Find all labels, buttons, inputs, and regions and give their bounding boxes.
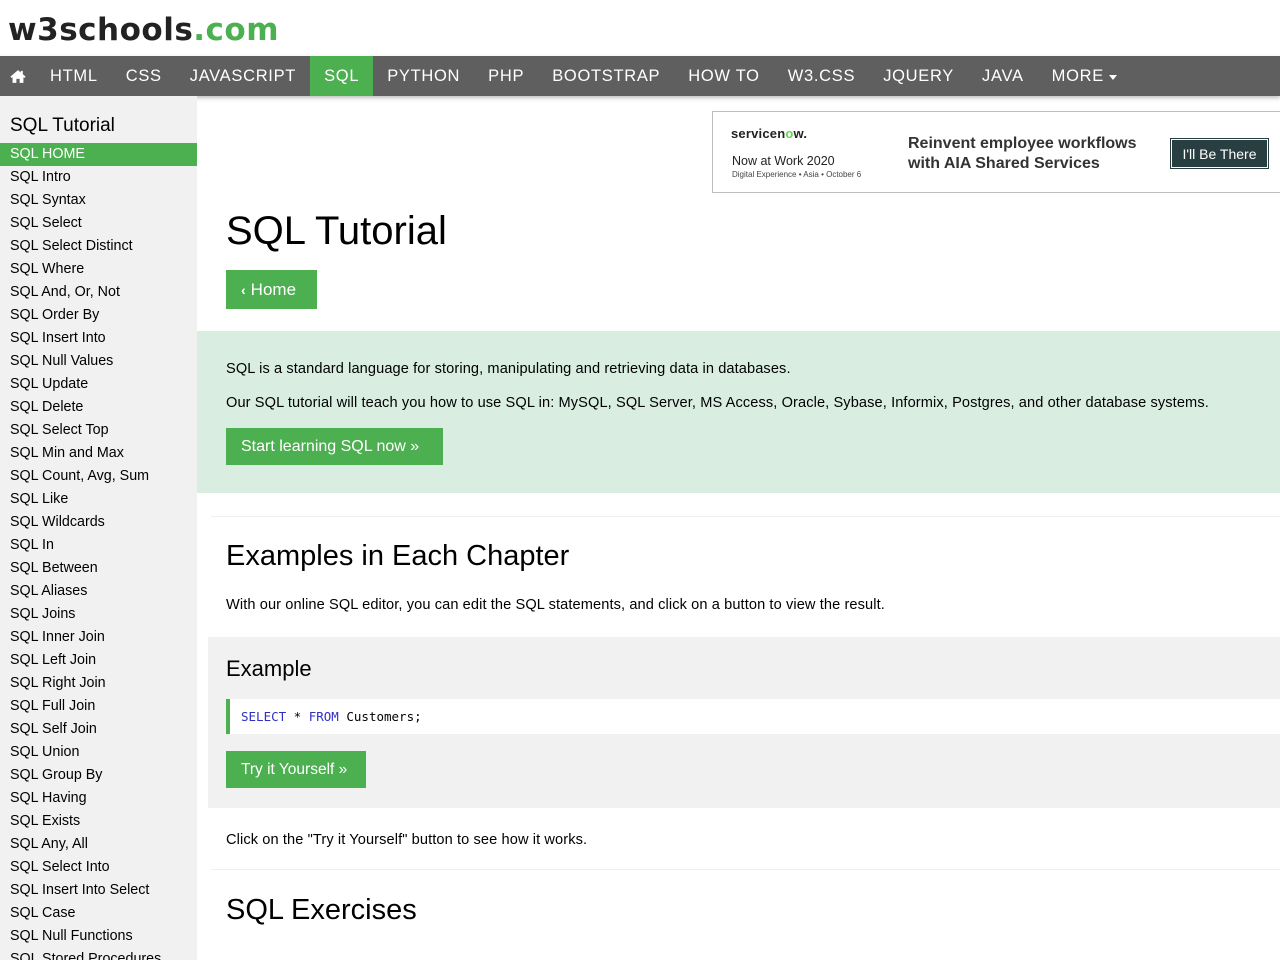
sidebar-item-sql-self-join[interactable]: SQL Self Join xyxy=(0,718,197,741)
code-keyword-from: FROM xyxy=(308,709,339,724)
sidebar-item-sql-order-by[interactable]: SQL Order By xyxy=(0,304,197,327)
sidebar-item-sql-group-by[interactable]: SQL Group By xyxy=(0,764,197,787)
nav-item-bootstrap[interactable]: BOOTSTRAP xyxy=(538,56,674,96)
logo-bar: w3schools.com xyxy=(0,0,1280,56)
ad-headline: Reinvent employee workflows with AIA Sha… xyxy=(908,135,1137,172)
sidebar-item-sql-right-join[interactable]: SQL Right Join xyxy=(0,672,197,695)
ad-cta-button[interactable]: I'll Be There xyxy=(1170,138,1269,169)
nav-more-label: MORE xyxy=(1051,66,1104,85)
sidebar-item-sql-select-into[interactable]: SQL Select Into xyxy=(0,856,197,879)
ad-event-details: Digital Experience • Asia • October 6 xyxy=(732,170,862,179)
sidebar-item-sql-where[interactable]: SQL Where xyxy=(0,258,197,281)
sidebar-item-sql-between[interactable]: SQL Between xyxy=(0,557,197,580)
sidebar-list: SQL HOME SQL Intro SQL Syntax SQL Select SQL… xyxy=(0,143,197,960)
divider xyxy=(211,516,1280,517)
main-content: servicenow. Now at Work 2020 Digital Exp… xyxy=(197,96,1280,960)
code-table: Customers; xyxy=(338,709,422,724)
sidebar-item-sql-wildcards[interactable]: SQL Wildcards xyxy=(0,511,197,534)
ad-brand-part2: w xyxy=(793,126,804,141)
sidebar-item-sql-delete[interactable]: SQL Delete xyxy=(0,396,197,419)
nav-item-css[interactable]: CSS xyxy=(112,56,176,96)
ad-brand-part1: servicen xyxy=(731,126,786,141)
nav-item-w3css[interactable]: W3.CSS xyxy=(774,56,869,96)
sidebar-item-sql-case[interactable]: SQL Case xyxy=(0,902,197,925)
sidebar: SQL Tutorial SQL HOME SQL Intro SQL Syntax… xyxy=(0,96,197,960)
sidebar-item-sql-aliases[interactable]: SQL Aliases xyxy=(0,580,197,603)
ad-brand-logo: servicenow. xyxy=(731,126,807,141)
sidebar-item-sql-union[interactable]: SQL Union xyxy=(0,741,197,764)
sidebar-item-sql-inner-join[interactable]: SQL Inner Join xyxy=(0,626,197,649)
home-button-label: Home xyxy=(250,279,297,299)
home-button[interactable]: ‹ Home xyxy=(226,270,317,309)
top-nav: HTML CSS JAVASCRIPT SQL PYTHON PHP BOOTS… xyxy=(0,56,1280,96)
intro-databases-text: Our SQL tutorial will teach you how to u… xyxy=(226,395,1209,411)
sidebar-item-sql-insert-into[interactable]: SQL Insert Into xyxy=(0,327,197,350)
advertisement-banner[interactable]: servicenow. Now at Work 2020 Digital Exp… xyxy=(712,111,1280,193)
sidebar-item-sql-joins[interactable]: SQL Joins xyxy=(0,603,197,626)
sidebar-item-sql-full-join[interactable]: SQL Full Join xyxy=(0,695,197,718)
caret-down-icon xyxy=(1108,74,1117,80)
nav-item-how-to[interactable]: HOW TO xyxy=(674,56,773,96)
exercises-heading: SQL Exercises xyxy=(226,894,417,926)
page-title: SQL Tutorial xyxy=(226,209,447,253)
logo-text: w3schools xyxy=(8,12,194,48)
nav-item-java[interactable]: JAVA xyxy=(968,56,1038,96)
nav-item-php[interactable]: PHP xyxy=(474,56,538,96)
sidebar-item-sql-and-or-not[interactable]: SQL And, Or, Not xyxy=(0,281,197,304)
examples-description: With our online SQL editor, you can edit… xyxy=(226,597,885,613)
divider xyxy=(211,869,1280,870)
example-panel: Example SELECT * FROM Customers; Try it … xyxy=(208,637,1280,808)
chevron-left-icon: ‹ xyxy=(241,281,246,298)
start-learning-button[interactable]: Start learning SQL now » xyxy=(226,428,443,465)
nav-item-sql[interactable]: SQL xyxy=(310,56,374,96)
sidebar-item-sql-stored-procedures[interactable]: SQL Stored Procedures xyxy=(0,948,197,960)
ad-brand-part3: . xyxy=(803,126,808,141)
sidebar-item-sql-select-distinct[interactable]: SQL Select Distinct xyxy=(0,235,197,258)
sidebar-item-sql-min-and-max[interactable]: SQL Min and Max xyxy=(0,442,197,465)
intro-panel: SQL is a standard language for storing, … xyxy=(197,331,1280,493)
sidebar-item-sql-in[interactable]: SQL In xyxy=(0,534,197,557)
sidebar-item-sql-left-join[interactable]: SQL Left Join xyxy=(0,649,197,672)
nav-item-python[interactable]: PYTHON xyxy=(373,56,474,96)
code-example: SELECT * FROM Customers; xyxy=(226,699,1280,734)
sidebar-item-sql-null-values[interactable]: SQL Null Values xyxy=(0,350,197,373)
w3schools-logo[interactable]: w3schools.com xyxy=(8,10,279,50)
sidebar-title: SQL Tutorial xyxy=(10,115,115,136)
sidebar-item-sql-syntax[interactable]: SQL Syntax xyxy=(0,189,197,212)
ad-brand-o-icon: o xyxy=(785,126,794,141)
nav-item-more[interactable]: MORE xyxy=(1038,56,1131,96)
home-icon xyxy=(10,69,26,83)
sidebar-item-sql-having[interactable]: SQL Having xyxy=(0,787,197,810)
code-operator: * xyxy=(286,709,309,724)
nav-item-jquery[interactable]: JQUERY xyxy=(869,56,968,96)
sidebar-item-sql-select-top[interactable]: SQL Select Top xyxy=(0,419,197,442)
sidebar-item-sql-select[interactable]: SQL Select xyxy=(0,212,197,235)
try-it-instructions: Click on the "Try it Yourself" button to… xyxy=(226,832,588,848)
nav-item-javascript[interactable]: JAVASCRIPT xyxy=(176,56,310,96)
nav-home-button[interactable] xyxy=(0,56,36,96)
ad-event-name: Now at Work 2020 xyxy=(732,154,835,168)
code-keyword-select: SELECT xyxy=(241,709,287,724)
sidebar-item-sql-exists[interactable]: SQL Exists xyxy=(0,810,197,833)
nav-item-html[interactable]: HTML xyxy=(36,56,112,96)
sidebar-item-sql-any-all[interactable]: SQL Any, All xyxy=(0,833,197,856)
sidebar-item-sql-update[interactable]: SQL Update xyxy=(0,373,197,396)
examples-heading: Examples in Each Chapter xyxy=(226,540,570,572)
logo-domain: .com xyxy=(193,12,280,48)
sidebar-item-sql-count-avg-sum[interactable]: SQL Count, Avg, Sum xyxy=(0,465,197,488)
sidebar-item-sql-null-functions[interactable]: SQL Null Functions xyxy=(0,925,197,948)
intro-text: SQL is a standard language for storing, … xyxy=(226,361,791,377)
sidebar-item-sql-like[interactable]: SQL Like xyxy=(0,488,197,511)
example-heading: Example xyxy=(226,656,312,681)
sidebar-item-sql-insert-into-select[interactable]: SQL Insert Into Select xyxy=(0,879,197,902)
sidebar-item-sql-intro[interactable]: SQL Intro xyxy=(0,166,197,189)
sidebar-item-sql-home[interactable]: SQL HOME xyxy=(0,143,197,166)
try-it-yourself-button[interactable]: Try it Yourself » xyxy=(226,751,366,788)
